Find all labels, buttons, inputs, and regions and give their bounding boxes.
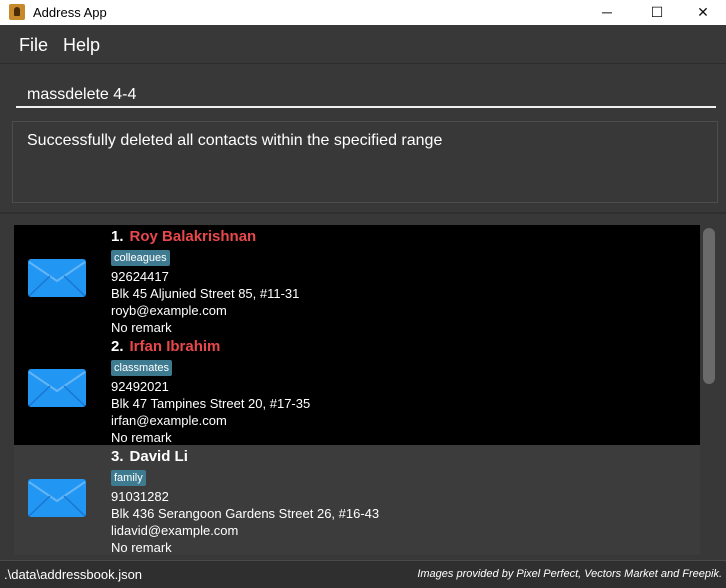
- envelope-icon: [28, 259, 86, 297]
- image-credits: Images provided by Pixel Perfect, Vector…: [417, 568, 722, 580]
- command-input[interactable]: massdelete 4-4: [16, 72, 716, 108]
- person-name-line: 2. Irfan Ibrahim: [111, 338, 220, 355]
- tag-badge: classmates: [111, 360, 173, 376]
- person-phone: 92492021: [111, 379, 169, 394]
- envelope-icon: [28, 369, 86, 407]
- person-index: 2.: [111, 338, 124, 355]
- result-display[interactable]: Successfully deleted all contacts within…: [12, 121, 718, 203]
- person-name: David Li: [129, 448, 188, 465]
- status-bar: .\data\addressbook.json Images provided …: [0, 560, 726, 588]
- person-email: royb@example.com: [111, 303, 227, 318]
- tag-badge: colleagues: [111, 250, 170, 266]
- person-remark: No remark: [111, 540, 172, 555]
- person-address: Blk 45 Aljunied Street 85, #11-31: [111, 286, 300, 301]
- person-remark: No remark: [111, 320, 172, 335]
- person-card[interactable]: 3. David Li family 91031282 Blk 436 Seran…: [14, 445, 700, 555]
- person-index: 1.: [111, 228, 124, 245]
- person-name: Irfan Ibrahim: [129, 338, 221, 355]
- menu-help[interactable]: Help: [63, 35, 100, 56]
- menu-file[interactable]: File: [19, 35, 48, 56]
- main-panel: massdelete 4-4 Successfully deleted all …: [0, 64, 726, 560]
- app-icon: [9, 4, 25, 20]
- person-remark: No remark: [111, 430, 172, 445]
- person-card[interactable]: 1. Roy Balakrishnan colleagues 92624417 B…: [14, 225, 700, 335]
- result-message: Successfully deleted all contacts within…: [27, 132, 443, 149]
- person-name-line: 1. Roy Balakrishnan: [111, 228, 256, 245]
- list-scrollbar[interactable]: [703, 228, 715, 384]
- person-card[interactable]: 2. Irfan Ibrahim classmates 92492021 Blk …: [14, 335, 700, 445]
- title-bar: Address App ─ ☐ ✕: [0, 0, 726, 25]
- menu-bar: File Help: [0, 25, 726, 64]
- person-address: Blk 436 Serangoon Gardens Street 26, #16…: [111, 506, 380, 521]
- close-button[interactable]: ✕: [680, 0, 726, 25]
- person-name-line: 3. David Li: [111, 448, 188, 465]
- window-title: Address App: [33, 5, 107, 20]
- person-name: Roy Balakrishnan: [129, 228, 257, 245]
- person-email: lidavid@example.com: [111, 523, 239, 538]
- person-phone: 92624417: [111, 269, 169, 284]
- save-location: .\data\addressbook.json: [4, 567, 143, 582]
- minimize-button[interactable]: ─: [584, 0, 630, 25]
- command-input-text: massdelete 4-4: [27, 86, 137, 103]
- envelope-icon: [28, 479, 86, 517]
- panel-divider: [0, 212, 726, 214]
- person-address: Blk 47 Tampines Street 20, #17-35: [111, 396, 311, 411]
- person-index: 3.: [111, 448, 124, 465]
- maximize-button[interactable]: ☐: [634, 0, 680, 25]
- tag-badge: family: [111, 470, 146, 486]
- person-phone: 91031282: [111, 489, 169, 504]
- person-list[interactable]: 1. Roy Balakrishnan colleagues 92624417 B…: [4, 215, 700, 560]
- person-email: irfan@example.com: [111, 413, 227, 428]
